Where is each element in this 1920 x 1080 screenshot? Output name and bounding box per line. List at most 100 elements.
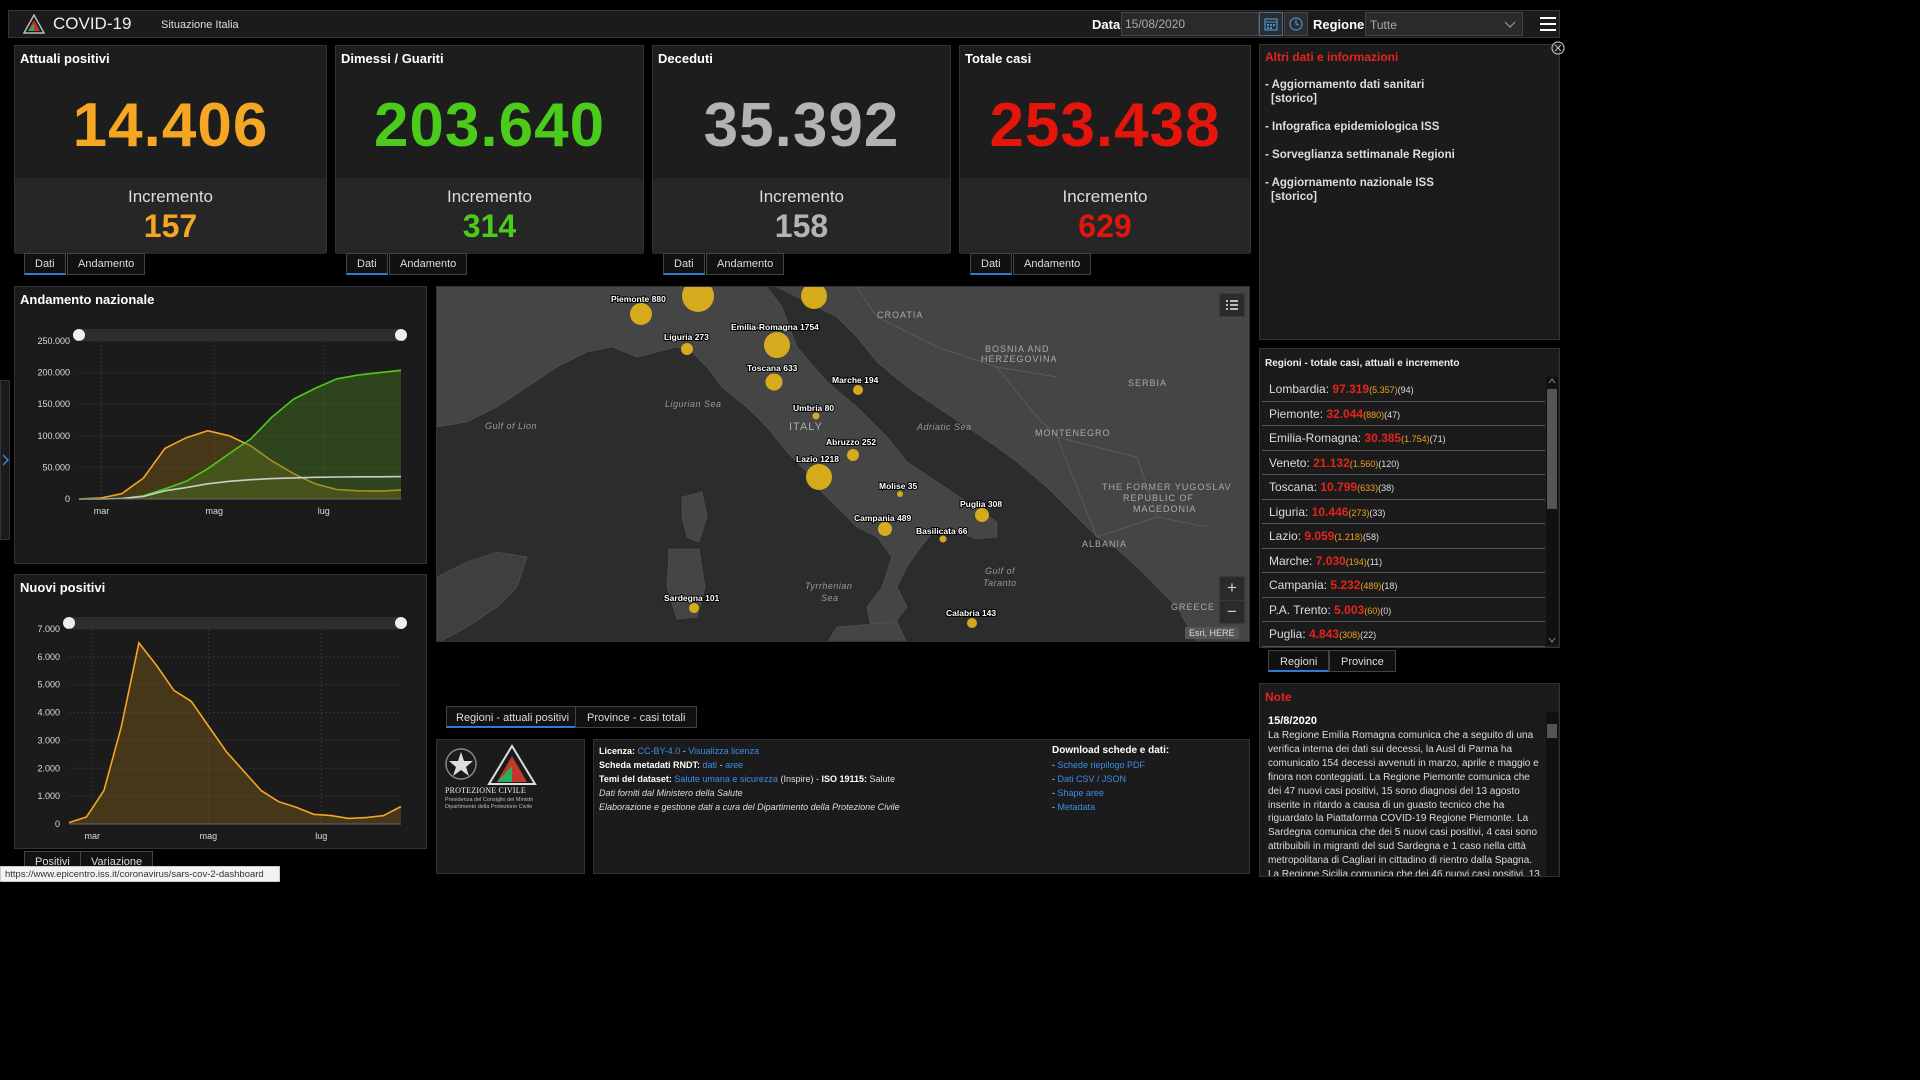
- zoom-in-icon[interactable]: +: [1220, 577, 1244, 600]
- region-active: (308): [1339, 630, 1361, 640]
- metadati-dati-link[interactable]: dati: [703, 760, 718, 770]
- download-metadata-link[interactable]: Metadata: [1058, 802, 1096, 812]
- hamburger-menu-icon[interactable]: [1537, 13, 1559, 35]
- tab-dati-attuali[interactable]: Dati: [24, 253, 66, 275]
- tab-map-province[interactable]: Province - casi totali: [575, 706, 698, 728]
- metadati-aree-link[interactable]: aree: [725, 760, 743, 770]
- y-tick-label: 2.000: [37, 763, 60, 773]
- x-tick-label: mag: [205, 506, 223, 516]
- link-storico-1[interactable]: [storico]: [1271, 92, 1317, 106]
- scroll-down-icon[interactable]: [1548, 637, 1556, 643]
- bubble-piemonte[interactable]: [630, 303, 652, 325]
- x-tick-label: lug: [315, 831, 327, 841]
- region-row[interactable]: P.A. Trento: 5.003(60)(0): [1262, 598, 1545, 622]
- download-csv-link[interactable]: Dati CSV / JSON: [1058, 774, 1127, 784]
- stat-increment-label: Incremento: [758, 187, 845, 206]
- bubble-umbria[interactable]: [812, 412, 820, 420]
- bubble-liguria[interactable]: [681, 343, 693, 355]
- note-scrollbar[interactable]: [1546, 712, 1558, 876]
- label-gulf-taranto-1: Gulf of: [985, 566, 1016, 576]
- scroll-up-icon[interactable]: [1548, 378, 1556, 384]
- link-storico-2[interactable]: [storico]: [1271, 190, 1317, 204]
- stat-title: Deceduti: [658, 51, 713, 66]
- region-row[interactable]: Lazio: 9.059(1.218)(58): [1262, 524, 1545, 549]
- regions-list-panel: Regioni - totale casi, attuali e increme…: [1259, 348, 1560, 648]
- collapse-icon[interactable]: [1551, 41, 1565, 55]
- bubble-molise[interactable]: [897, 491, 903, 497]
- region-row[interactable]: Lombardia: 97.319(5.357)(94): [1262, 377, 1545, 402]
- tab-dati-guariti[interactable]: Dati: [346, 253, 388, 275]
- label-adriatic-sea: Adriatic Sea: [916, 422, 972, 432]
- region-row[interactable]: Marche: 7.030(194)(11): [1262, 549, 1545, 573]
- stat-value: 35.392: [703, 91, 900, 160]
- region-row[interactable]: Puglia: 4.843(308)(22): [1262, 622, 1545, 647]
- region-row[interactable]: Campania: 5.232(489)(18): [1262, 573, 1545, 598]
- licenza-link[interactable]: CC-BY-4.0: [638, 746, 681, 756]
- legend-list-icon[interactable]: [1219, 293, 1245, 317]
- range-handle-start[interactable]: [63, 617, 75, 629]
- stat-increment-value: 314: [462, 208, 517, 244]
- region-row[interactable]: Toscana: 10.799(633)(38): [1262, 475, 1545, 500]
- stat-panel-deceduti: Deceduti 35.392 Incremento 158: [652, 45, 951, 254]
- map-view[interactable]: Gulf of Lion Ligurian Sea Adriatic Sea T…: [436, 286, 1250, 642]
- download-shape-link[interactable]: Shape aree: [1058, 788, 1105, 798]
- bubble-toscana[interactable]: [765, 373, 783, 391]
- x-tick-label: mag: [200, 831, 218, 841]
- scroll-thumb[interactable]: [1547, 389, 1557, 509]
- date-field[interactable]: 15/08/2020: [1121, 12, 1259, 36]
- bubble-puglia[interactable]: [975, 508, 989, 522]
- region-total: 32.044: [1326, 406, 1364, 421]
- tab-andamento-attuali[interactable]: Andamento: [67, 253, 146, 275]
- range-slider-track[interactable]: [69, 617, 401, 629]
- tab-dati-deceduti[interactable]: Dati: [663, 253, 705, 275]
- regions-scrollbar[interactable]: [1546, 377, 1558, 645]
- download-pdf-link[interactable]: Schede riepilogo PDF: [1058, 760, 1146, 770]
- scheda-metadati-line: Scheda metadati RNDT: dati - aree: [599, 760, 744, 770]
- region-row[interactable]: Veneto: 21.132(1.560)(120): [1262, 451, 1545, 475]
- bubble-emilia-romagna[interactable]: [764, 332, 790, 358]
- temi-link[interactable]: Salute umana e sicurezza: [674, 774, 778, 784]
- tab-map-regioni[interactable]: Regioni - attuali positivi: [446, 706, 580, 728]
- tab-andamento-deceduti[interactable]: Andamento: [706, 253, 785, 275]
- link-aggiornamento-dati-sanitari[interactable]: - Aggiornamento dati sanitari: [1265, 78, 1424, 92]
- bubble-basilicata[interactable]: [939, 535, 947, 543]
- tab-andamento-guariti[interactable]: Andamento: [389, 253, 468, 275]
- map-canvas[interactable]: Gulf of Lion Ligurian Sea Adriatic Sea T…: [437, 287, 1250, 642]
- bubble-label-calabria: Calabria 143: [946, 608, 996, 618]
- scroll-thumb[interactable]: [1547, 724, 1557, 738]
- logo-text-dipartimento: Dipartimento della Protezione Civile: [445, 804, 533, 810]
- calendar-icon[interactable]: [1259, 12, 1283, 36]
- bubble-marche[interactable]: [853, 385, 863, 395]
- region-row[interactable]: Liguria: 10.446(273)(33): [1262, 500, 1545, 524]
- range-handle-end[interactable]: [395, 329, 407, 341]
- range-slider-track[interactable]: [79, 329, 401, 341]
- chevron-down-icon: [1504, 21, 1516, 28]
- zoom-out-icon[interactable]: −: [1220, 600, 1244, 623]
- tab-dati-totale[interactable]: Dati: [970, 253, 1012, 275]
- nuovi-positivi-chart[interactable]: 7.000 6.000 5.000 4.000 3.000 2.000 1.000 0 mar m…: [15, 575, 428, 850]
- region-select[interactable]: Tutte: [1365, 12, 1523, 36]
- tab-province-list[interactable]: Province: [1329, 650, 1396, 672]
- visualizza-licenza-link[interactable]: Visualizza licenza: [688, 746, 759, 756]
- tab-regioni-list[interactable]: Regioni: [1268, 650, 1330, 672]
- region-row[interactable]: Emilia-Romagna: 30.385(1.754)(71): [1262, 426, 1545, 451]
- bubble-sardegna[interactable]: [689, 603, 699, 613]
- sidebar-expand-handle[interactable]: [0, 380, 10, 540]
- bubble-calabria[interactable]: [967, 618, 977, 628]
- region-active: (60): [1364, 605, 1381, 616]
- link-aggiornamento-nazionale-iss[interactable]: - Aggiornamento nazionale ISS: [1265, 176, 1434, 190]
- link-infografica-iss[interactable]: - Infografica epidemiologica ISS: [1265, 120, 1439, 134]
- bubble-lazio[interactable]: [806, 464, 832, 490]
- link-sorveglianza-settimanale[interactable]: - Sorveglianza settimanale Regioni: [1265, 148, 1455, 162]
- tab-andamento-totale[interactable]: Andamento: [1013, 253, 1092, 275]
- map-attribution[interactable]: Esri, HERE: [1185, 627, 1239, 639]
- clock-icon[interactable]: [1284, 12, 1308, 36]
- region-row[interactable]: Piemonte: 32.044(880)(47): [1262, 402, 1545, 426]
- bubble-campania[interactable]: [878, 522, 892, 536]
- andamento-chart[interactable]: 250.000 200.000 150.000 100.000 50.000 0 mar ma…: [15, 287, 428, 565]
- range-handle-start[interactable]: [73, 329, 85, 341]
- range-handle-end[interactable]: [395, 617, 407, 629]
- bubble-label-campania: Campania 489: [854, 513, 911, 523]
- nuovi-positivi-panel: Nuovi positivi 7.000 6.000 5.000 4.000 3.000…: [14, 574, 427, 849]
- bubble-abruzzo[interactable]: [847, 449, 859, 461]
